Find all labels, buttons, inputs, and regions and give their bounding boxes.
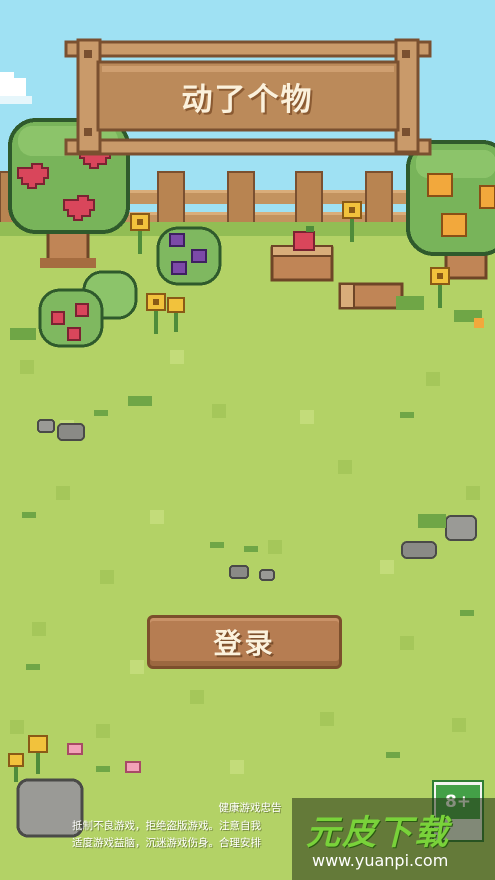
game-title: 动了个物 [181, 81, 314, 118]
login-button-label: 登录 [213, 627, 276, 660]
watermark-url: www.yuanpi.com [312, 851, 449, 870]
login-button[interactable]: 登录 [147, 615, 342, 669]
log-icon [338, 282, 404, 310]
grape-bush-icon [156, 226, 222, 286]
game-scene: 动了个物 登录 健康游戏忠告 抵制不良游戏，拒绝盗版游戏。注意自我 适度游戏益脑… [0, 0, 495, 880]
watermark-brand: 元皮下载 [306, 813, 450, 853]
farm-background [0, 0, 495, 880]
